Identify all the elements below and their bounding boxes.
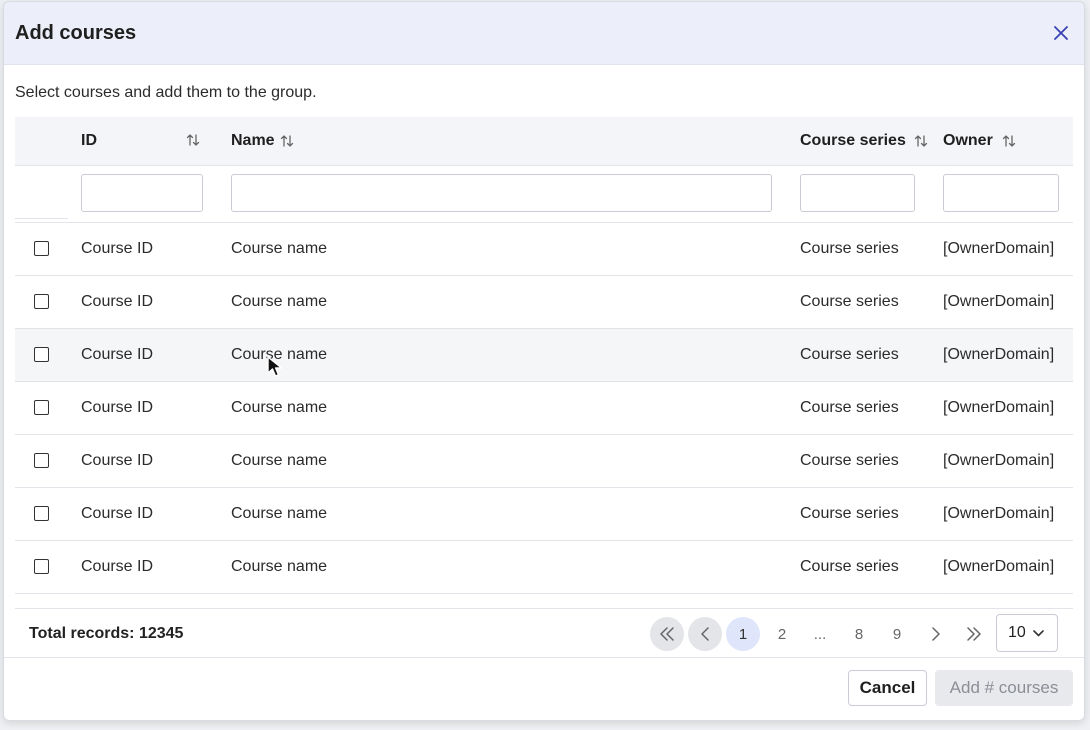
table-row[interactable]: Course ID Course name Course series [Own… [15,223,1073,276]
page-8-button[interactable]: 8 [842,617,876,651]
cell-course-name: Course name [231,399,328,416]
cell-course-name: Course name [231,505,328,522]
pagination-bar: Total records: 12345 1 2 ... 8 9 10 [15,608,1073,658]
column-header-owner: Owner [943,132,1016,150]
sort-id-icon[interactable] [186,133,200,147]
column-header-series: Course series [800,132,928,150]
cell-course-series: Course series [800,558,899,575]
table-row[interactable]: Course ID Course name Course series [Own… [15,382,1073,435]
table-row[interactable]: Course ID Course name Course series [Own… [15,488,1073,541]
filter-row [15,166,1073,223]
series-filter-input[interactable] [800,174,915,212]
add-courses-dialog: Add courses Select courses and add them … [3,1,1085,721]
chevron-down-icon [1032,629,1044,636]
cell-course-id: Course ID [81,452,154,469]
cell-course-series: Course series [800,505,899,522]
dialog-actions: Cancel Add # courses [4,657,1084,720]
name-filter-input[interactable] [231,174,772,212]
row-checkbox[interactable] [34,506,49,521]
row-checkbox[interactable] [34,241,49,256]
table-header: ID Name Course series Owner [15,117,1073,166]
sort-name-icon[interactable] [280,134,294,148]
column-header-name: Name [231,132,294,150]
last-page-icon [967,627,981,641]
cell-owner: [OwnerDomain] [943,399,1055,416]
column-label-id: ID [81,132,97,149]
add-courses-button[interactable]: Add # courses [935,670,1073,706]
cell-course-name: Course name [231,240,328,257]
cell-course-series: Course series [800,452,899,469]
page-1-button[interactable]: 1 [726,617,760,651]
cell-course-id: Course ID [81,399,154,416]
table-body: Course ID Course name Course series [Own… [15,223,1073,594]
cell-owner: [OwnerDomain] [943,293,1055,310]
mouse-cursor-icon [267,356,283,377]
cell-owner: [OwnerDomain] [943,505,1055,522]
cell-owner: [OwnerDomain] [943,240,1055,257]
cell-course-series: Course series [800,399,899,416]
dialog-title: Add courses [15,22,137,44]
owner-filter-input[interactable] [943,174,1059,212]
prev-page-icon [701,627,709,641]
cell-owner: [OwnerDomain] [943,558,1055,575]
table-row[interactable]: Course ID Course name Course series [Own… [15,541,1073,594]
cell-course-name: Course name [231,452,328,469]
page-ellipsis: ... [813,625,827,643]
next-page-icon [932,627,940,641]
cell-owner: [OwnerDomain] [943,346,1055,363]
cell-course-id: Course ID [81,346,154,363]
page-size-value: 10 [1008,624,1026,641]
close-icon [1054,26,1068,40]
first-page-button[interactable] [650,617,684,651]
sort-owner-icon[interactable] [1002,134,1016,148]
row-checkbox[interactable] [34,559,49,574]
column-label-series: Course series [800,132,906,149]
sort-series-icon[interactable] [914,134,928,148]
row-checkbox[interactable] [34,400,49,415]
last-page-button[interactable] [957,617,991,651]
cell-course-series: Course series [800,240,899,257]
cell-course-id: Course ID [81,293,154,310]
dialog-header: Add courses [4,2,1084,65]
page-2-button[interactable]: 2 [765,617,799,651]
row-checkbox[interactable] [34,294,49,309]
cell-course-series: Course series [800,293,899,310]
filter-checkbox-spacer [15,166,68,219]
courses-table: ID Name Course series Owner Course ID Co… [15,117,1073,594]
cell-course-id: Course ID [81,558,154,575]
column-label-owner: Owner [943,132,993,149]
page-9-button[interactable]: 9 [880,617,914,651]
table-row[interactable]: Course ID Course name Course series [Own… [15,329,1073,382]
cell-course-name: Course name [231,293,328,310]
cell-course-id: Course ID [81,240,154,257]
cell-course-id: Course ID [81,505,154,522]
id-filter-input[interactable] [81,174,203,212]
table-row[interactable]: Course ID Course name Course series [Own… [15,276,1073,329]
page-size-select[interactable]: 10 [996,614,1058,652]
cancel-button[interactable]: Cancel [848,670,927,706]
first-page-icon [660,627,674,641]
next-page-button[interactable] [919,617,953,651]
column-header-id: ID [81,132,97,150]
column-label-name: Name [231,132,275,149]
total-records: Total records: 12345 [29,625,184,642]
cell-course-series: Course series [800,346,899,363]
row-checkbox[interactable] [34,453,49,468]
close-button[interactable] [1048,20,1074,46]
cell-owner: [OwnerDomain] [943,452,1055,469]
cell-course-name: Course name [231,558,328,575]
table-row[interactable]: Course ID Course name Course series [Own… [15,435,1073,488]
prev-page-button[interactable] [688,617,722,651]
dialog-subtitle: Select courses and add them to the group… [15,84,317,101]
row-checkbox[interactable] [34,347,49,362]
